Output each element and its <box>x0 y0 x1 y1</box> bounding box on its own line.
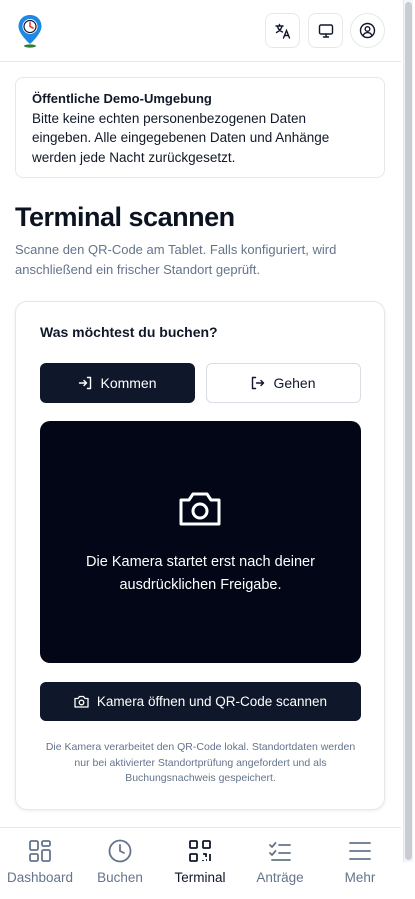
login-icon <box>79 376 92 390</box>
booking-question: Was möchtest du buchen? <box>40 324 218 340</box>
nav-label-mehr: Mehr <box>344 870 376 885</box>
nav-label-buchen: Buchen <box>97 870 143 885</box>
qr-code-icon <box>189 840 211 862</box>
dashboard-icon <box>29 840 51 862</box>
nav-label-terminal: Terminal <box>174 870 226 885</box>
nav-item-antraege[interactable]: Anträge <box>240 828 320 899</box>
open-camera-scan-button[interactable]: Kamera öffnen und QR-Code scannen <box>40 682 361 721</box>
camera-message-line2: ausdrücklichen Freigabe. <box>119 577 282 593</box>
logout-icon <box>252 376 265 390</box>
app-logo-icon[interactable] <box>17 14 43 48</box>
translate-button[interactable] <box>265 13 300 48</box>
camera-message: Die Kamera startet erst nach deiner ausd… <box>40 551 361 597</box>
user-circle-icon <box>359 22 376 39</box>
bottom-navigation: Dashboard Buchen Terminal Anträge Mehr <box>0 827 401 899</box>
page-scrollbar[interactable] <box>403 0 413 862</box>
notice-title: Öffentliche Demo-Umgebung <box>32 91 212 106</box>
checklist-icon <box>269 842 291 861</box>
camera-icon <box>179 492 221 526</box>
scan-button-label: Kamera öffnen und QR-Code scannen <box>96 694 328 709</box>
gehen-button[interactable]: Gehen <box>206 363 361 403</box>
camera-message-line1: Die Kamera startet erst nach deiner <box>86 554 315 570</box>
scrollbar-thumb[interactable] <box>405 2 412 860</box>
gehen-label: Gehen <box>273 375 316 391</box>
camera-footnote: Die Kamera verarbeitet den QR-Code lokal… <box>45 741 356 784</box>
nav-item-mehr[interactable]: Mehr <box>320 828 400 899</box>
monitor-icon <box>318 23 333 38</box>
menu-icon <box>349 842 371 860</box>
display-mode-button[interactable] <box>308 13 343 48</box>
nav-item-buchen[interactable]: Buchen <box>80 828 160 899</box>
translate-icon <box>274 23 290 39</box>
nav-label-dashboard: Dashboard <box>6 870 74 885</box>
demo-notice: Öffentliche Demo-Umgebung Bitte keine ec… <box>15 77 385 178</box>
kommen-label: Kommen <box>100 375 157 391</box>
page-subtitle: Scanne den QR-Code am Tablet. Falls konf… <box>15 242 337 277</box>
page-title: Terminal scannen <box>15 202 235 232</box>
nav-item-terminal[interactable]: Terminal <box>160 828 240 899</box>
camera-small-icon <box>74 695 89 708</box>
app-header <box>0 0 401 62</box>
camera-preview: Die Kamera startet erst nach deiner ausd… <box>40 421 361 663</box>
notice-body: Bitte keine echten personenbezogenen Dat… <box>32 110 330 165</box>
nav-label-antraege: Anträge <box>256 870 304 885</box>
kommen-button[interactable]: Kommen <box>40 363 195 403</box>
clock-icon <box>108 839 132 863</box>
nav-item-dashboard[interactable]: Dashboard <box>0 828 80 899</box>
account-button[interactable] <box>350 13 385 48</box>
